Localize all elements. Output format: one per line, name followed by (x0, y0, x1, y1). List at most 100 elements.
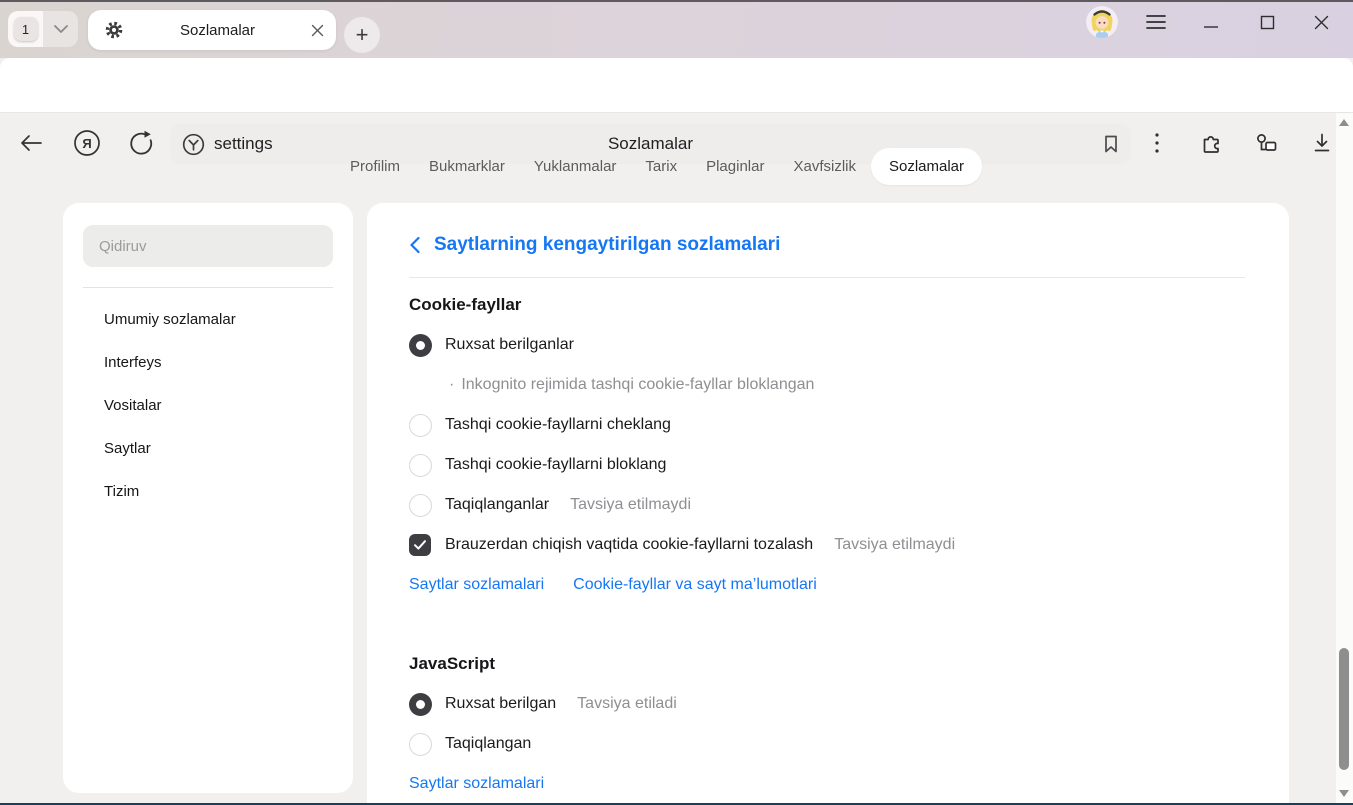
downloads-button[interactable] (1307, 128, 1337, 158)
sidebar-item-saytlar[interactable]: Saytlar (83, 427, 333, 470)
settings-nav: Profilim Bukmarklar Yuklanmalar Tarix Plagin… (350, 148, 982, 185)
radio-ruxsat-berilgan[interactable] (409, 693, 432, 716)
scrollbar[interactable] (1336, 113, 1353, 805)
chevron-left-icon (409, 236, 420, 254)
back-button[interactable] (16, 128, 46, 158)
tab-count-badge: 1 (14, 17, 38, 41)
browser-menu-button[interactable] (1141, 7, 1171, 37)
scroll-up-arrow-icon[interactable] (1339, 119, 1349, 126)
search-input[interactable] (83, 225, 333, 267)
active-tab[interactable]: Sozlamalar (88, 10, 336, 50)
back-arrow-icon (19, 134, 43, 152)
option-hint: Tavsiya etilmaydi (570, 496, 691, 514)
avatar[interactable] (1086, 6, 1118, 38)
yandex-home-button[interactable]: Я (72, 128, 102, 158)
tab-group-control: 1 (8, 11, 78, 47)
option-hint: Tavsiya etiladi (577, 695, 677, 713)
nav-tab-tarix[interactable]: Tarix (645, 158, 677, 175)
scrollbar-thumb[interactable] (1339, 648, 1349, 770)
minimize-icon (1203, 14, 1219, 30)
sidebar-item-umumiy-sozlamalar[interactable]: Umumiy sozlamalar (83, 298, 333, 341)
radio-tashqi-cookie-fayllarni-bloklang[interactable] (409, 454, 432, 477)
checkbox-brauzerdan-chiqish-vaqtida-cookie-fayllarni-tozalash[interactable] (409, 534, 431, 556)
radio-dot (416, 341, 425, 350)
extensions-button[interactable] (1196, 128, 1226, 158)
option-label: Tashqi cookie-fayllarni bloklang (445, 456, 666, 474)
tab-list-dropdown[interactable] (43, 11, 78, 47)
option-label: Tashqi cookie-fayllarni cheklang (445, 416, 671, 434)
maximize-icon (1260, 15, 1275, 30)
section-javascript: JavaScript Ruxsat berilgan Tavsiya etiladi… (409, 654, 1245, 804)
scroll-down-arrow-icon[interactable] (1339, 790, 1349, 797)
option-label: Taqiqlangan (445, 735, 531, 753)
puzzle-icon (1198, 130, 1224, 156)
radio-ruxsat-berilganlar[interactable] (409, 334, 432, 357)
link-saytlar-sozlamalari[interactable]: Saytlar sozlamalari (409, 775, 544, 793)
nav-tab-plaginlar[interactable]: Plaginlar (706, 158, 764, 175)
section-title: Cookie-fayllar (409, 295, 1245, 315)
sidebar-divider (83, 287, 333, 288)
nav-tab-yuklanmalar[interactable]: Yuklanmalar (534, 158, 617, 175)
close-icon (1314, 15, 1329, 30)
tab-close-icon[interactable] (311, 24, 324, 37)
option-label: Brauzerdan chiqish vaqtida cookie-faylla… (445, 536, 813, 554)
nav-tab-xavfsizlik[interactable]: Xavfsizlik (793, 158, 856, 175)
radio-taqiqlanganlar[interactable] (409, 494, 432, 517)
settings-content: Saytlarning kengaytirilgan sozlamalari C… (367, 203, 1289, 805)
svg-text:Я: Я (82, 136, 91, 151)
sidebar-item-vositalar[interactable]: Vositalar (83, 384, 333, 427)
option-row-taqiqlangan: Taqiqlangan (409, 724, 1245, 764)
option-note: Inkognito rejimida tashqi cookie-fayllar… (409, 365, 1245, 405)
links-row: Saytlar sozlamalari Cookie-fayllar va say… (409, 565, 1245, 605)
minimize-button[interactable] (1196, 7, 1226, 37)
settings-sidebar: Umumiy sozlamalarInterfeysVositalarSaytl… (63, 203, 353, 793)
option-row-ruxsat-berilganlar: Ruxsat berilganlar (409, 325, 1245, 365)
section-cookie-fayllar: Cookie-fayllar Ruxsat berilganlar Inkognit… (409, 295, 1245, 605)
refresh-icon (128, 130, 154, 156)
radio-taqiqlangan[interactable] (409, 733, 432, 756)
tab-count-button[interactable]: 1 (8, 11, 43, 47)
url-text: settings (214, 124, 273, 164)
tab-strip: 1 Sozlamalar + (0, 0, 1353, 58)
radio-tashqi-cookie-fayllarni-cheklang[interactable] (409, 414, 432, 437)
page-title: Saytlarning kengaytirilgan sozlamalari (434, 234, 780, 256)
option-row-taqiqlanganlar: Taqiqlanganlar Tavsiya etilmaydi (409, 485, 1245, 525)
download-icon (1310, 131, 1334, 155)
key-card-icon (1252, 130, 1280, 156)
new-tab-button[interactable]: + (344, 17, 380, 53)
bookmark-button[interactable] (1099, 132, 1123, 156)
link-cookie-fayllar-va-sayt-ma-lumotlari[interactable]: Cookie-fayllar va sayt ma’lumotlari (573, 576, 817, 594)
more-menu-button[interactable] (1142, 128, 1172, 158)
hamburger-icon (1146, 14, 1166, 30)
option-row-tashqi-cookie-fayllarni-bloklang: Tashqi cookie-fayllarni bloklang (409, 445, 1245, 485)
section-title: JavaScript (409, 654, 1245, 674)
option-row-brauzerdan-chiqish-vaqtida-cookie-fayllarni-tozalash: Brauzerdan chiqish vaqtida cookie-faylla… (409, 525, 1245, 565)
content-divider (409, 277, 1245, 278)
nav-tab-profilim[interactable]: Profilim (350, 158, 400, 175)
option-row-ruxsat-berilgan: Ruxsat berilgan Tavsiya etiladi (409, 684, 1245, 724)
nav-tab-bukmarklar[interactable]: Bukmarklar (429, 158, 505, 175)
option-label: Ruxsat berilgan (445, 695, 556, 713)
tab-title: Sozlamalar (124, 22, 311, 39)
option-row-tashqi-cookie-fayllarni-cheklang: Tashqi cookie-fayllarni cheklang (409, 405, 1245, 445)
back-link[interactable]: Saytlarning kengaytirilgan sozlamalari (409, 203, 1245, 256)
sidebar-item-tizim[interactable]: Tizim (83, 470, 333, 513)
links-row: Saytlar sozlamalari (409, 764, 1245, 804)
option-label: Ruxsat berilganlar (445, 336, 574, 354)
close-window-button[interactable] (1306, 7, 1336, 37)
kebab-dots-icon (1154, 132, 1160, 154)
yandex-logo-icon: Я (73, 129, 101, 157)
link-saytlar-sozlamalari[interactable]: Saytlar sozlamalari (409, 576, 544, 594)
maximize-button[interactable] (1252, 7, 1282, 37)
option-label: Taqiqlanganlar (445, 496, 549, 514)
gear-icon (104, 20, 124, 40)
chevron-down-icon (54, 25, 68, 33)
nav-tab-sozlamalar[interactable]: Sozlamalar (871, 148, 982, 185)
option-hint: Tavsiya etilmaydi (834, 536, 955, 554)
sidebar-item-interfeys[interactable]: Interfeys (83, 341, 333, 384)
toolbar: Я settings Sozlamalar (0, 58, 1353, 113)
refresh-button[interactable] (126, 128, 156, 158)
passwords-button[interactable] (1251, 128, 1281, 158)
radio-dot (416, 700, 425, 709)
protect-icon[interactable] (182, 133, 205, 156)
